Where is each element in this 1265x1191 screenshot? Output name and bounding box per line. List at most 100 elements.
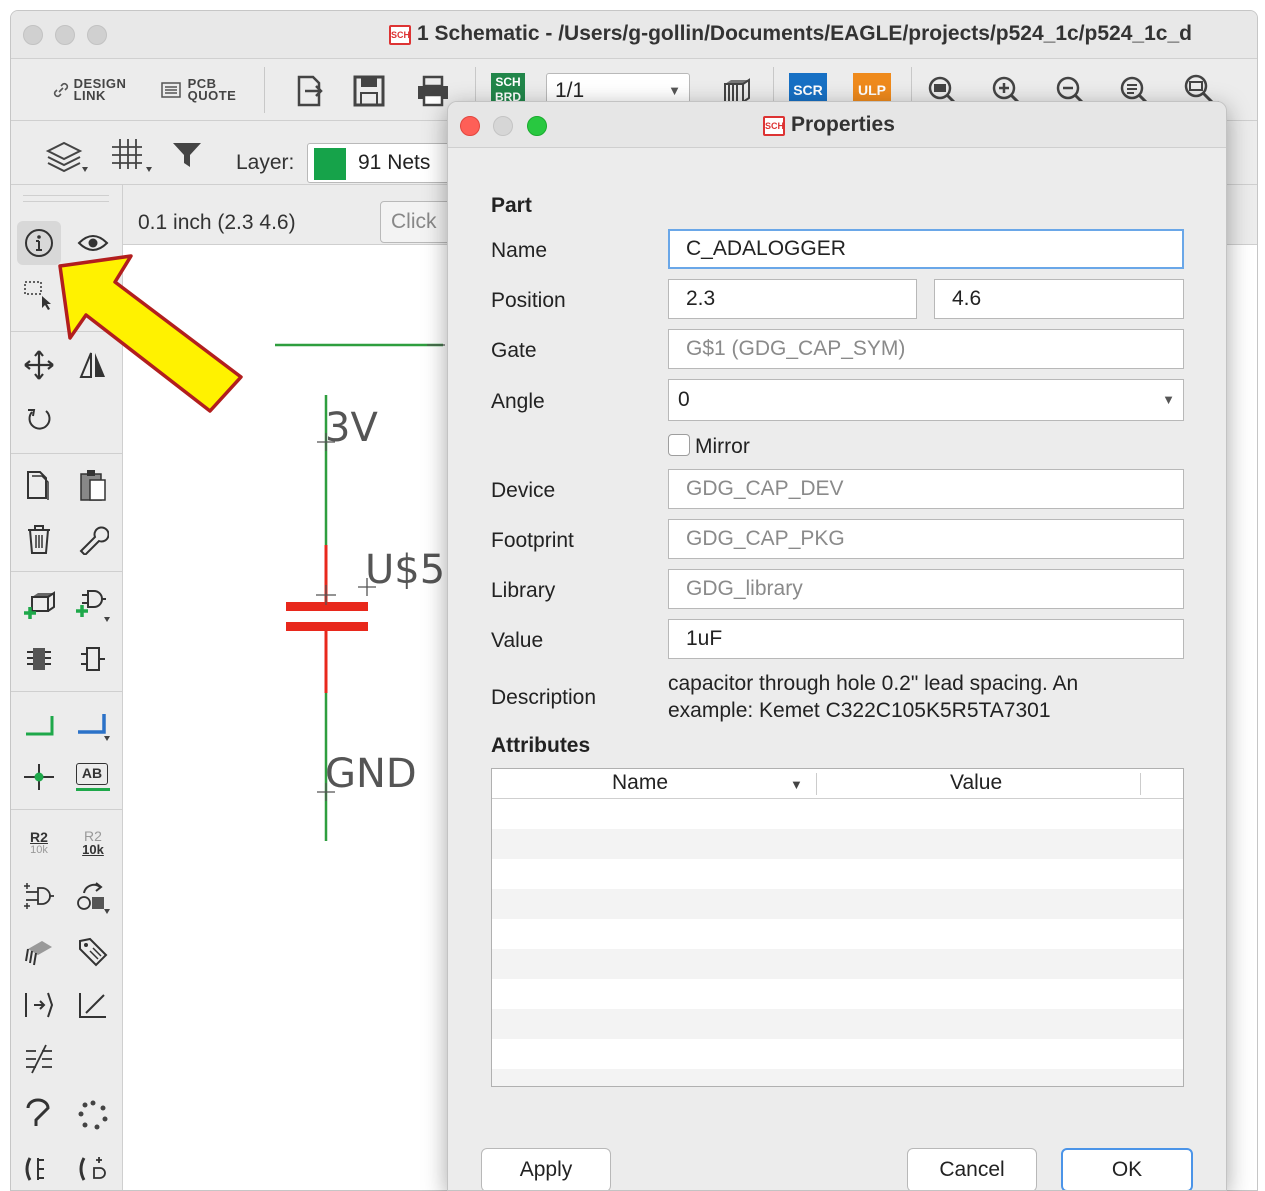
rotate-tool[interactable] [17,397,61,441]
pcb-quote-line2: QUOTE [187,88,237,103]
delete-tool[interactable] [17,517,61,561]
quote-list-icon [160,82,181,98]
move-icon [24,350,54,380]
pinswap-tool[interactable] [17,875,61,919]
filter-button[interactable] [167,135,207,175]
cut-tool[interactable] [17,1147,61,1190]
coordinate-readout: 0.1 inch (2.3 4.6) [138,211,296,234]
dialog-titlebar: SCH Properties [448,102,1226,148]
position-y-field[interactable]: 4.6 [934,279,1184,319]
schematic-icon: SCH [763,116,785,136]
table-row [492,829,1183,859]
apply-button[interactable]: Apply [481,1148,611,1190]
smash-tool[interactable] [17,929,61,973]
link-icon [53,82,68,98]
mirror-label: Mirror [695,435,750,458]
footprint-field: GDG_CAP_PKG [668,519,1184,559]
paste-tool[interactable] [71,463,115,507]
split-icon [25,992,54,1018]
design-link-button[interactable]: DESIGN LINK [49,73,129,107]
net-wire-icon [26,716,54,736]
name-tool-value: 10k [30,844,48,856]
zoom-window-button[interactable] [87,25,107,45]
section-part-heading: Part [491,194,532,217]
mirror-tool[interactable] [71,343,115,387]
capacitor-plate-bottom[interactable] [286,622,368,631]
description-line-1: capacitor through hole 0.2" lead spacing… [668,672,1079,695]
ripup-tool[interactable] [71,1093,115,1137]
value-label: Value [491,629,544,652]
change-tool[interactable] [71,517,115,561]
copy-tool[interactable] [17,463,61,507]
grid-icon [112,139,152,172]
schematic-icon: SCH [389,25,411,45]
description-label: Description [491,686,597,709]
dialog-minimize-button[interactable] [493,116,513,136]
label-3v[interactable]: 3V [325,405,378,451]
sort-down-icon: ▼ [790,777,803,792]
optimize-tool[interactable] [17,1093,61,1137]
value-field[interactable]: 1uF [668,619,1184,659]
label-tool[interactable]: AB [71,755,115,799]
ok-button[interactable]: OK [1061,1148,1193,1190]
line-tool[interactable] [71,983,115,1027]
table-row [492,1009,1183,1039]
device-field: GDG_CAP_DEV [668,469,1184,509]
design-link-line2: LINK [73,88,106,103]
info-tool[interactable] [17,221,61,265]
name-tool[interactable]: R2 10k [17,821,61,865]
optimize-icon [26,1098,50,1126]
info-icon [25,229,53,257]
gateswap-tool[interactable] [71,637,115,681]
pcb-quote-button[interactable]: PCB QUOTE [153,73,243,107]
invoke-tool[interactable] [71,875,115,919]
window-titlebar: SCH 1 Schematic - /Users/g-gollin/Documen… [11,11,1257,59]
name-field[interactable]: C_ADALOGGER [668,229,1184,269]
position-x-field[interactable]: 2.3 [668,279,917,319]
group-tool[interactable] [71,1147,115,1190]
layer-select[interactable]: 91 Nets [307,143,467,183]
attr-col-value[interactable]: Value [950,771,1002,795]
add-gate-tool[interactable] [71,583,115,627]
invoke-icon [77,882,110,914]
position-label: Position [491,289,566,312]
export-button[interactable] [287,71,331,111]
save-button[interactable] [347,71,391,111]
split-tool[interactable] [17,983,61,1027]
minimize-window-button[interactable] [55,25,75,45]
close-window-button[interactable] [23,25,43,45]
grid-button[interactable] [105,135,157,175]
attribute-tool[interactable] [71,929,115,973]
dialog-close-button[interactable] [460,116,480,136]
net-tool[interactable] [17,703,61,747]
cancel-button[interactable]: Cancel [907,1148,1037,1190]
dialog-zoom-button[interactable] [527,116,547,136]
sheet-select-value: 1/1 [555,79,585,102]
show-tool[interactable] [71,221,115,265]
part-name-label[interactable]: U$5 [365,547,445,593]
select-tool[interactable] [17,273,61,317]
attributes-table-header: Name ▼ Value [492,769,1183,799]
rotate-icon [28,409,51,430]
layer-settings-button[interactable] [41,135,93,175]
miter-tool[interactable] [17,1037,61,1081]
replace-tool[interactable] [17,637,61,681]
bus-wire-icon [78,714,110,741]
label-gnd[interactable]: GND [325,751,417,797]
junction-tool[interactable] [17,755,61,799]
description-text: capacitor through hole 0.2" lead spacing… [668,670,1188,724]
bus-tool[interactable] [71,703,115,747]
gate-field: G$1 (GDG_CAP_SYM) [668,329,1184,369]
add-part-tool[interactable] [17,583,61,627]
dialog-title: SCH Properties [763,113,895,137]
paste-icon [80,470,106,501]
move-tool[interactable] [17,343,61,387]
attributes-table[interactable]: Name ▼ Value [491,768,1184,1087]
capacitor-plate-top[interactable] [286,602,368,611]
value-tool[interactable]: R2 10k [71,821,115,865]
properties-dialog: SCH Properties Part Name C_ADALOGGER Posi… [447,101,1227,1191]
angle-select[interactable]: 0 ▼ [668,379,1184,421]
mirror-checkbox[interactable] [668,434,690,456]
ripup-icon [78,1100,108,1130]
attr-col-name[interactable]: Name [612,771,668,795]
